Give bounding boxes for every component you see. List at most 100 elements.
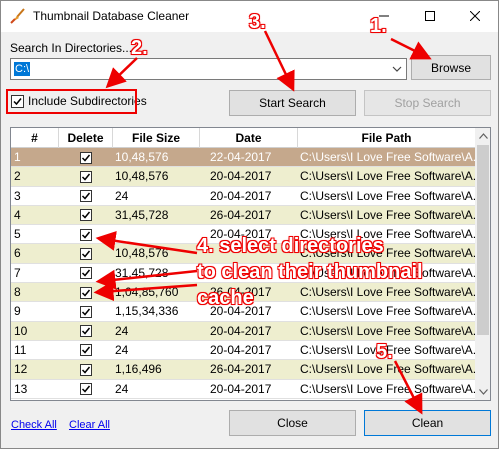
row-number: 4 (14, 207, 21, 222)
step-1-label: 1. (370, 15, 387, 37)
check-all-link[interactable]: Check All (11, 419, 57, 431)
file-size: 1,15,34,336 (115, 304, 179, 319)
close-button[interactable]: Close (229, 410, 356, 436)
file-date: 26-04-2017 (210, 362, 272, 377)
file-path: C:\Users\I Love Free Software\A... (300, 323, 475, 338)
column-header-file-size[interactable]: File Size (113, 128, 200, 148)
checkbox-icon[interactable] (80, 363, 92, 376)
highlight-box (6, 89, 137, 114)
file-path: C:\Users\I Love Free Software\A... (300, 381, 475, 396)
directory-combobox[interactable]: C:\ (10, 58, 407, 80)
stop-search-button[interactable]: Stop Search (364, 90, 491, 116)
table-row[interactable]: 1 10,48,576 22-04-2017 C:\Users\I Love F… (11, 148, 475, 168)
maximize-button[interactable] (407, 1, 453, 31)
delete-checkbox[interactable] (59, 206, 113, 225)
row-number: 2 (14, 169, 21, 184)
delete-checkbox[interactable] (59, 264, 113, 283)
checkbox-icon[interactable] (80, 325, 92, 338)
checkbox-icon[interactable] (80, 228, 92, 241)
file-size: 24 (115, 381, 129, 396)
row-number: 10 (14, 323, 28, 338)
scroll-down-icon[interactable] (475, 384, 490, 400)
file-path: C:\Users\I Love Free Software\A... (300, 169, 475, 184)
delete-checkbox[interactable] (59, 380, 113, 399)
scrollbar-thumb[interactable] (477, 145, 489, 335)
file-date: 22-04-2017 (210, 150, 272, 164)
row-number: 6 (14, 246, 21, 261)
table-row[interactable]: 10 24 20-04-2017 C:\Users\I Love Free So… (11, 321, 475, 341)
step-4-line3: cache (197, 287, 254, 309)
delete-checkbox[interactable] (59, 322, 113, 341)
file-path: C:\Users\I Love Free Software\A... (300, 207, 475, 222)
grid-header: # Delete File Size Date File Path (11, 128, 475, 148)
row-number: 5 (14, 227, 21, 242)
scroll-up-icon[interactable] (475, 128, 490, 144)
file-path: C:\Users\I Love Free Software\A... (300, 188, 475, 203)
delete-checkbox[interactable] (59, 187, 113, 206)
file-path: C:\Users\I Love Free Software\A... (300, 285, 475, 300)
checkbox-icon[interactable] (80, 151, 92, 164)
file-size: 10,48,576 (115, 150, 169, 164)
column-header-date[interactable]: Date (200, 128, 298, 148)
table-row[interactable]: 11 24 20-04-2017 C:\Users\I Love Free So… (11, 340, 475, 361)
checkbox-icon[interactable] (80, 170, 92, 183)
delete-checkbox[interactable] (59, 283, 113, 302)
checkbox-icon[interactable] (80, 247, 92, 260)
delete-checkbox[interactable] (59, 225, 113, 244)
step-5-label: 5. (376, 341, 393, 363)
table-row[interactable]: 2 10,48,576 20-04-2017 C:\Users\I Love F… (11, 167, 475, 187)
column-header-file-path[interactable]: File Path (298, 128, 475, 148)
checkbox-icon[interactable] (80, 267, 92, 280)
row-number: 1 (14, 150, 21, 164)
table-row[interactable]: 12 1,16,496 26-04-2017 C:\Users\I Love F… (11, 360, 475, 380)
column-header-delete[interactable]: Delete (59, 128, 113, 148)
table-row[interactable]: 3 24 20-04-2017 C:\Users\I Love Free Sof… (11, 186, 475, 206)
checkbox-icon[interactable] (80, 286, 92, 299)
file-size: 24 (115, 342, 129, 357)
file-date: 20-04-2017 (210, 169, 272, 184)
file-size: 31,45,728 (115, 265, 169, 280)
step-4-line2: to clean their thumbnail (197, 261, 423, 283)
row-number: 13 (14, 381, 28, 396)
chevron-down-icon[interactable] (390, 62, 404, 76)
step-4-line1: 4. select directories (197, 235, 384, 257)
close-window-button[interactable] (452, 1, 498, 31)
vertical-scrollbar[interactable] (475, 128, 490, 400)
file-date: 20-04-2017 (210, 342, 272, 357)
file-date: 20-04-2017 (210, 188, 272, 203)
clean-button[interactable]: Clean (364, 410, 491, 436)
checkbox-icon[interactable] (80, 209, 92, 222)
delete-checkbox[interactable] (59, 302, 113, 321)
start-search-button[interactable]: Start Search (229, 90, 356, 116)
row-number: 11 (14, 342, 27, 357)
file-date: 20-04-2017 (210, 323, 272, 338)
checkbox-icon[interactable] (80, 190, 92, 203)
row-number: 7 (14, 265, 21, 280)
clear-all-link[interactable]: Clear All (69, 419, 110, 431)
browse-button[interactable]: Browse (411, 55, 491, 80)
checkbox-icon[interactable] (80, 383, 92, 396)
row-number: 9 (14, 304, 21, 319)
file-size: 24 (115, 188, 129, 203)
app-window: Thumbnail Database Cleaner Search In Dir… (0, 0, 499, 449)
file-size: 1,04,85,760 (115, 285, 179, 300)
checkbox-icon[interactable] (80, 305, 92, 318)
table-row[interactable]: 13 24 20-04-2017 C:\Users\I Love Free So… (11, 379, 475, 399)
file-date: 26-04-2017 (210, 207, 272, 222)
row-number: 8 (14, 285, 21, 300)
delete-checkbox[interactable] (59, 167, 113, 186)
row-number: 3 (14, 188, 21, 203)
file-size: 31,45,728 (115, 207, 169, 222)
file-path: C:\Users\I Love Free Software\A... (300, 150, 475, 164)
checkbox-icon[interactable] (80, 344, 92, 357)
table-row[interactable]: 4 31,45,728 26-04-2017 C:\Users\I Love F… (11, 205, 475, 226)
file-path: C:\Users\I Love Free Software\A... (300, 304, 475, 319)
column-header-number[interactable]: # (11, 128, 59, 148)
delete-checkbox[interactable] (59, 244, 113, 263)
delete-checkbox[interactable] (59, 360, 113, 379)
delete-checkbox[interactable] (59, 148, 113, 167)
file-size (113, 225, 200, 244)
file-size: 10,48,576 (115, 246, 169, 261)
row-number: 12 (14, 362, 28, 377)
delete-checkbox[interactable] (59, 341, 113, 360)
